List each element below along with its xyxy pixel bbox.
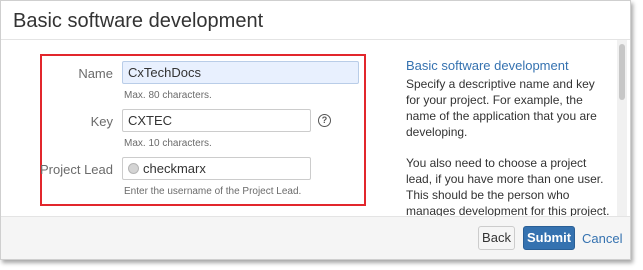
key-input[interactable]: CXTEC: [122, 109, 311, 132]
vertical-scrollbar[interactable]: [617, 40, 627, 216]
key-label: Key: [90, 114, 113, 129]
project-lead-hint: Enter the username of the Project Lead.: [124, 186, 302, 197]
dialog-title: Basic software development: [13, 10, 264, 32]
project-lead-value: checkmarx: [143, 161, 206, 176]
description-panel: Basic software development Specify a des…: [406, 58, 611, 234]
key-hint: Max. 10 characters.: [124, 138, 212, 149]
dialog-header: Basic software development: [1, 1, 630, 40]
name-input[interactable]: CxTechDocs: [122, 61, 359, 84]
back-button[interactable]: Back: [478, 226, 515, 250]
cancel-link[interactable]: Cancel: [582, 231, 622, 246]
submit-button[interactable]: Submit: [523, 226, 575, 250]
project-lead-input[interactable]: checkmarx: [122, 157, 311, 180]
create-project-dialog: Basic software development Name CxTechDo…: [0, 0, 631, 260]
description-paragraph-2: You also need to choose a project lead, …: [406, 156, 610, 218]
project-lead-label: Project Lead: [40, 162, 113, 177]
description-paragraph-1: Specify a descriptive name and key for y…: [406, 77, 597, 139]
scrollbar-thumb[interactable]: [619, 44, 625, 100]
description-title: Basic software development: [406, 58, 569, 73]
name-hint: Max. 80 characters.: [124, 90, 212, 101]
help-icon[interactable]: ?: [318, 114, 331, 127]
user-avatar-icon: [128, 163, 139, 174]
dialog-footer: Back Submit Cancel: [1, 216, 630, 259]
name-label: Name: [78, 66, 113, 81]
